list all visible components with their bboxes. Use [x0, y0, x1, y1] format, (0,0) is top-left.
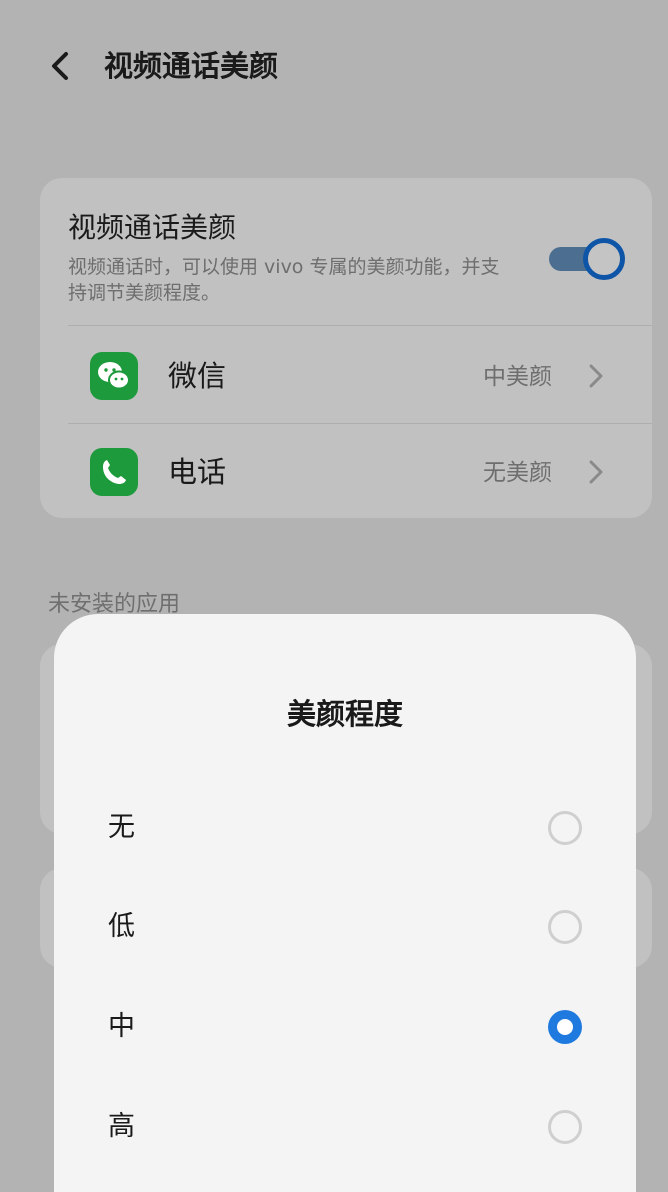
radio-button[interactable] — [548, 811, 582, 845]
phone-icon — [90, 448, 138, 496]
beauty-toggle-description: 视频通话时，可以使用 vivo 专属的美颜功能，并支持调节美颜程度。 — [68, 256, 500, 304]
radio-button-selected[interactable] — [548, 1010, 582, 1044]
option-label: 中 — [108, 1011, 135, 1042]
option-medium[interactable]: 中 — [54, 987, 636, 1067]
option-high[interactable]: 高 — [54, 1087, 636, 1167]
app-beauty-level: 中美颜 — [483, 364, 552, 390]
wechat-icon — [90, 352, 138, 400]
app-row-phone[interactable]: 电话 无美颜 — [40, 424, 652, 520]
app-name: 电话 — [168, 455, 227, 489]
header: 视频通话美颜 — [0, 0, 668, 130]
chevron-right-icon — [586, 456, 606, 488]
option-none[interactable]: 无 — [54, 788, 636, 868]
chevron-right-icon — [586, 360, 606, 392]
app-name: 微信 — [168, 359, 227, 393]
beauty-settings-card: 视频通话美颜 视频通话时，可以使用 vivo 专属的美颜功能，并支持调节美颜程度… — [40, 178, 652, 518]
toggle-knob — [583, 238, 625, 280]
page-title: 视频通话美颜 — [104, 49, 279, 83]
radio-button[interactable] — [548, 1110, 582, 1144]
option-low[interactable]: 低 — [54, 887, 636, 967]
option-label: 无 — [108, 812, 135, 843]
beauty-toggle-title: 视频通话美颜 — [68, 211, 237, 244]
back-button[interactable] — [40, 44, 80, 88]
divider — [68, 325, 652, 326]
sheet-title: 美颜程度 — [286, 697, 403, 731]
beauty-level-sheet: 美颜程度 无 低 中 高 — [54, 614, 636, 1192]
option-label: 低 — [108, 911, 135, 942]
option-label: 高 — [108, 1111, 135, 1142]
chevron-left-icon — [52, 52, 68, 80]
radio-button[interactable] — [548, 910, 582, 944]
app-beauty-level: 无美颜 — [483, 460, 552, 486]
beauty-toggle-switch[interactable] — [549, 238, 627, 280]
app-row-wechat[interactable]: 微信 中美颜 — [40, 328, 652, 424]
